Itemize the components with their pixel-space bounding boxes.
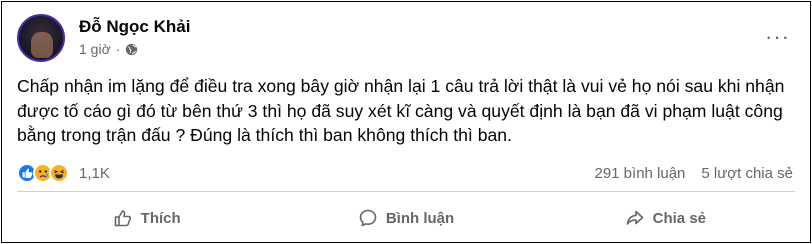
post-text: Chấp nhận im lặng để điều tra xong bây g… xyxy=(17,76,785,145)
author-name[interactable]: Đỗ Ngọc Khải xyxy=(79,16,190,38)
comment-label: Bình luận xyxy=(385,209,455,227)
share-count[interactable]: 5 lượt chia sẻ xyxy=(701,165,793,182)
comment-button[interactable]: Bình luận xyxy=(276,198,535,238)
engagement-stats: 291 bình luận 5 lượt chia sẻ xyxy=(594,165,793,182)
like-label: Thích xyxy=(140,209,181,227)
avatar[interactable] xyxy=(17,14,65,62)
share-icon xyxy=(626,210,643,225)
post-subline: 1 giờ · xyxy=(79,41,190,57)
more-options-icon[interactable]: ··· xyxy=(765,26,790,48)
like-button[interactable]: Thích xyxy=(17,198,276,238)
share-label: Chia sẻ xyxy=(652,209,706,227)
divider xyxy=(17,191,795,192)
haha-icon xyxy=(49,163,69,183)
globe-icon xyxy=(126,43,138,55)
action-bar: Thích Bình luận Chia sẻ xyxy=(17,198,795,238)
post-meta: Đỗ Ngọc Khải 1 giờ · xyxy=(79,16,190,62)
separator-dot: · xyxy=(115,41,121,57)
post-header: Đỗ Ngọc Khải 1 giờ · xyxy=(17,14,190,62)
thumbs-up-icon xyxy=(114,210,131,227)
reactions-row: 1,1K 291 bình luận 5 lượt chia sẻ xyxy=(17,161,793,185)
comment-icon xyxy=(359,209,377,227)
share-button[interactable]: Chia sẻ xyxy=(536,198,795,238)
reaction-icons[interactable] xyxy=(17,163,69,183)
post-time[interactable]: 1 giờ xyxy=(79,41,111,57)
comment-count[interactable]: 291 bình luận xyxy=(594,165,685,182)
reaction-count[interactable]: 1,1K xyxy=(79,165,110,182)
